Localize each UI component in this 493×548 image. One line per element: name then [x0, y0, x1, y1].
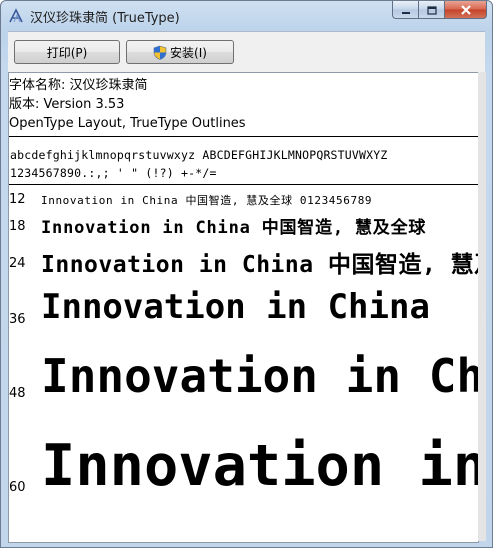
sample-text: Innovation in	[41, 433, 479, 499]
font-viewer-window: 汉仪珍珠隶简 (TrueType) 打印(P) 安装(I) 字体名称: 汉仪珍珠…	[0, 0, 493, 548]
sample-text: Innovation in Chi	[41, 349, 479, 403]
print-button-label: 打印(P)	[46, 45, 88, 60]
sample-text: Innovation in China 中国智造, 慧及全球	[41, 218, 427, 238]
print-button[interactable]: 打印(P)	[14, 40, 120, 64]
charset-letters: abcdefghijklmnopqrstuvwxyz ABCDEFGHIJKLM…	[10, 148, 388, 162]
font-viewer-icon	[8, 8, 24, 24]
minimize-icon	[401, 1, 411, 19]
sample-size-label: 24	[9, 256, 26, 271]
sample-size-label: 36	[9, 312, 26, 327]
vertical-scrollbar[interactable]	[478, 72, 486, 541]
maximize-icon	[426, 1, 437, 19]
close-button[interactable]	[444, 1, 487, 19]
font-version-line: 版本: Version 3.53	[9, 97, 125, 112]
sample-size-label: 12	[9, 192, 26, 207]
window-title: 汉仪珍珠隶简 (TrueType)	[30, 11, 180, 26]
maximize-button[interactable]	[418, 1, 444, 19]
caption-buttons	[392, 1, 487, 20]
divider	[9, 184, 478, 185]
install-button[interactable]: 安装(I)	[126, 40, 234, 64]
sample-text: Innovation in China	[41, 287, 430, 327]
divider	[9, 136, 478, 137]
install-button-label: 安装(I)	[170, 45, 207, 60]
close-icon	[460, 1, 472, 19]
charset-digits-punctuation: 1234567890.:,; ' " (!?) +-*/=	[10, 166, 217, 180]
toolbar: 打印(P) 安装(I)	[8, 31, 485, 72]
uac-shield-icon	[153, 45, 167, 60]
font-features-line: OpenType Layout, TrueType Outlines	[9, 116, 246, 131]
sample-size-label: 60	[9, 480, 26, 495]
title-bar[interactable]: 汉仪珍珠隶简 (TrueType)	[1, 1, 492, 29]
font-name-line: 字体名称: 汉仪珍珠隶简	[9, 78, 148, 93]
sample-size-label: 18	[9, 219, 26, 234]
character-set: abcdefghijklmnopqrstuvwxyz ABCDEFGHIJKLM…	[10, 146, 388, 182]
font-info: 字体名称: 汉仪珍珠隶简 版本: Version 3.53 OpenType L…	[9, 76, 246, 133]
font-preview-pane[interactable]: 字体名称: 汉仪珍珠隶简 版本: Version 3.53 OpenType L…	[8, 72, 479, 543]
sample-size-label: 48	[9, 386, 26, 401]
minimize-button[interactable]	[392, 1, 418, 19]
sample-text: Innovation in China 中国智造, 慧及全球 012345678…	[41, 194, 373, 207]
sample-text: Innovation in China 中国智造, 慧及全	[41, 252, 479, 278]
